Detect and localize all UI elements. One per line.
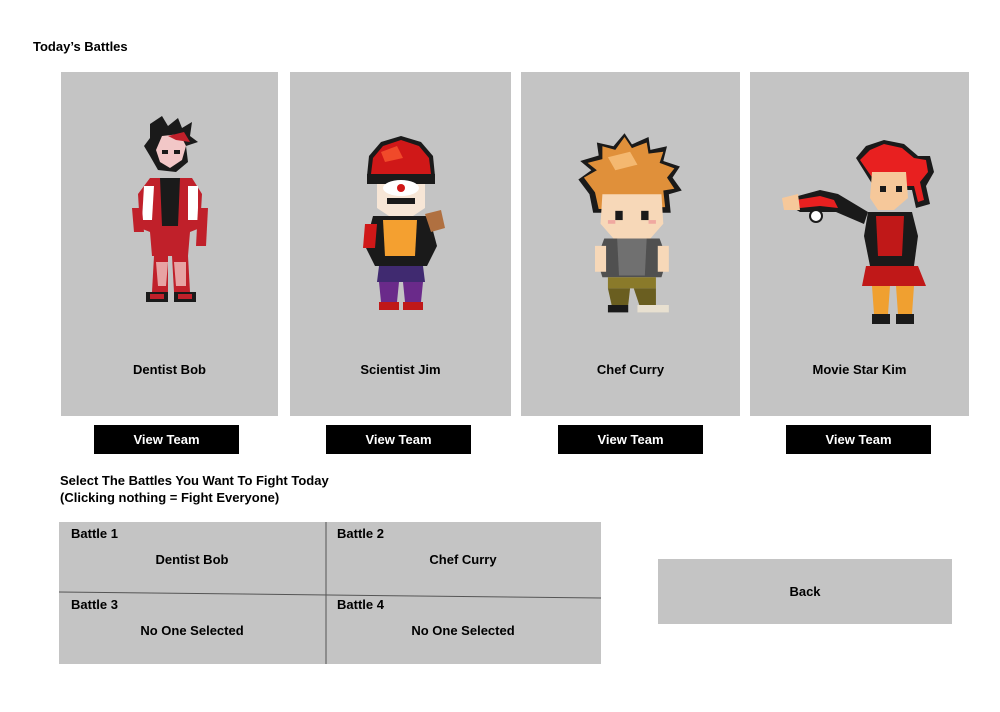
trainer-name: Scientist Jim — [360, 362, 441, 377]
battle-selection-grid: Battle 1 Dentist Bob Battle 2 Chef Curry… — [59, 522, 601, 664]
battle-slot-label: Battle 2 — [337, 526, 384, 541]
trainer-name: Chef Curry — [596, 362, 665, 377]
battle-slot-2[interactable]: Battle 2 Chef Curry — [325, 522, 601, 592]
view-team-button-scientist-jim[interactable]: View Team — [326, 425, 471, 454]
trainer-sprite-icon — [362, 136, 445, 310]
trainer-sprite-icon — [577, 133, 682, 313]
battle-slot-4[interactable]: Battle 4 No One Selected — [325, 593, 601, 663]
battle-slot-value: No One Selected — [140, 623, 244, 638]
battle-slot-label: Battle 1 — [71, 526, 118, 541]
trainer-card-dentist-bob: Dentist Bob — [61, 72, 278, 416]
battle-slot-3[interactable]: Battle 3 No One Selected — [59, 593, 325, 663]
trainer-card-scientist-jim: Scientist Jim — [290, 72, 511, 416]
instructions-line: Select The Battles You Want To Fight Tod… — [60, 473, 329, 488]
page-title: Today’s Battles — [33, 39, 128, 54]
trainer-name: Movie Star Kim — [812, 362, 907, 377]
battle-slot-label: Battle 4 — [337, 597, 384, 612]
battle-selection-instructions: Select The Battles You Want To Fight Tod… — [60, 472, 329, 506]
trainer-sprite-icon — [781, 140, 934, 324]
view-team-button-chef-curry[interactable]: View Team — [558, 425, 703, 454]
back-button[interactable]: Back — [658, 559, 952, 624]
battle-slot-value: No One Selected — [411, 623, 515, 638]
trainer-name: Dentist Bob — [133, 362, 206, 377]
view-team-button-movie-star-kim[interactable]: View Team — [786, 425, 931, 454]
battle-slot-1[interactable]: Battle 1 Dentist Bob — [59, 522, 325, 592]
battle-slot-value: Dentist Bob — [155, 552, 229, 567]
instructions-note: (Clicking nothing = Fight Everyone) — [60, 490, 280, 505]
trainer-sprite-icon — [131, 116, 208, 302]
trainer-card-chef-curry: Chef Curry — [521, 72, 740, 416]
trainer-card-movie-star-kim: Movie Star Kim — [750, 72, 969, 416]
view-team-button-dentist-bob[interactable]: View Team — [94, 425, 239, 454]
battle-slot-label: Battle 3 — [71, 597, 118, 612]
battle-slot-value: Chef Curry — [429, 552, 497, 567]
